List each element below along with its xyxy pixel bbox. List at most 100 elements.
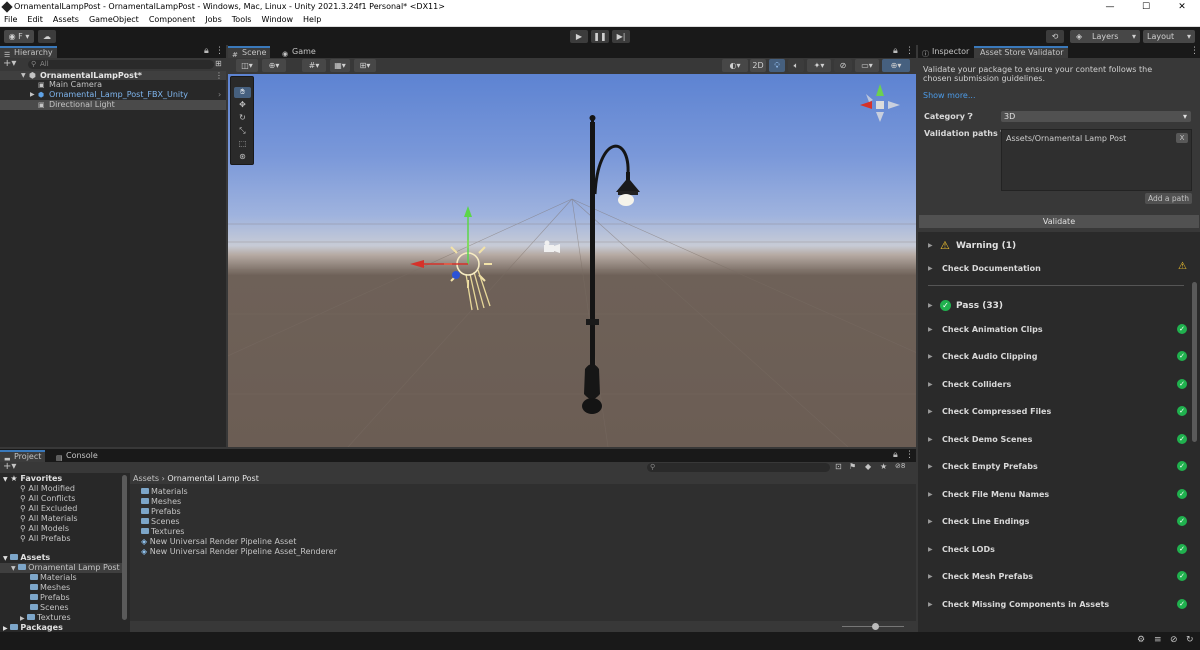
hidden-packages-toggle[interactable]: ⊘8 [895,462,905,470]
tree-scrollbar[interactable] [122,475,127,620]
create-asset-button[interactable]: +▾ [3,461,16,472]
hierarchy-item-lamp-post[interactable]: ▶ ⬢ Ornamental_Lamp_Post_FBX_Unity › [0,90,226,100]
list-item[interactable]: Meshes [141,497,181,507]
show-more-link[interactable]: Show more... [923,91,975,100]
search-by-label-icon[interactable]: ⚑ [849,462,856,471]
close-button[interactable]: ✕ [1164,0,1200,14]
hierarchy-item-main-camera[interactable]: ▣ Main Camera [0,80,226,90]
shading-mode-dropdown[interactable]: ◐▾ [722,59,748,72]
layout-dropdown[interactable]: Layout ▾ [1143,30,1195,43]
increment-snap-dropdown[interactable]: ⊞▾ [354,59,376,72]
menu-tools[interactable]: Tools [227,14,257,24]
lock-icon[interactable]: 🔒︎ [893,46,898,56]
filter-icon[interactable]: ⊞ [215,59,222,68]
favorite-item[interactable]: ⚲ All Modified [20,484,75,494]
breadcrumb-assets[interactable]: Assets [133,474,159,483]
lighting-toggle[interactable]: 💡︎ [769,59,785,72]
debug-icon[interactable]: ⚙ [1137,635,1145,645]
check-colliders-row[interactable]: ▶ Check Colliders ✓ [922,372,1190,399]
list-item[interactable]: ◈ New Universal Render Pipeline Asset [141,537,296,547]
hierarchy-item-scene[interactable]: ▼ ⬢ OrnamentalLampPost* ⋮ [0,71,226,80]
favorite-item[interactable]: ⚲ All Conflicts [20,494,75,504]
hierarchy-item-directional-light[interactable]: ▣ Directional Light [0,100,226,110]
step-button[interactable]: ▶| [612,30,630,43]
rect-tool-icon[interactable]: ⬚ [234,139,251,150]
favorite-item[interactable]: ⚲ All Prefabs [20,534,71,544]
more-options-icon[interactable]: ⋮ [905,450,914,460]
remove-path-button[interactable]: X [1176,133,1188,143]
chevron-right-icon[interactable]: › [218,90,221,100]
check-compressed-files-row[interactable]: ▶ Check Compressed Files ✓ [922,399,1190,426]
check-audio-clipping-row[interactable]: ▶ Check Audio Clipping ✓ [922,344,1190,371]
results-scrollbar[interactable] [1192,282,1197,442]
check-lods-row[interactable]: ▶ Check LODs ✓ [922,537,1190,564]
camera-gizmo[interactable] [544,240,560,254]
check-file-menu-names-row[interactable]: ▶ Check File Menu Names ✓ [922,482,1190,509]
project-search-input[interactable]: ⚲ [647,463,830,472]
list-item[interactable]: Materials [141,487,188,497]
menu-jobs[interactable]: Jobs [200,14,227,24]
minimize-button[interactable]: — [1092,0,1128,14]
lock-icon[interactable]: 🔒︎ [893,450,898,460]
camera-settings-dropdown[interactable]: ▭▾ [855,59,879,72]
tag-icon[interactable]: ◆ [865,462,871,471]
tab-asset-store-validator[interactable]: Asset Store Validator [974,46,1068,58]
tree-folder[interactable]: Prefabs [30,593,70,603]
hand-tool-icon[interactable]: ✋︎ [234,87,251,98]
favorite-item[interactable]: ⚲ All Materials [20,514,78,524]
pass-section-header[interactable]: ▶ ✓ Pass (33) [922,298,1190,314]
pause-button[interactable]: ❚❚ [591,30,609,43]
gizmo-mode-dropdown[interactable]: ⊕▾ [262,59,286,72]
check-demo-scenes-row[interactable]: ▶ Check Demo Scenes ✓ [922,427,1190,454]
play-button[interactable]: ▶ [570,30,588,43]
tab-console[interactable]: ▤ Console [52,450,102,462]
tab-inspector[interactable]: ⓘ Inspector [918,46,973,58]
grid-snap-dropdown[interactable]: #▾ [302,59,326,72]
add-object-button[interactable]: +▾ [3,58,16,69]
auto-generate-lighting-icon[interactable]: ⊘ [1170,635,1178,645]
check-line-endings-row[interactable]: ▶ Check Line Endings ✓ [922,509,1190,536]
more-options-icon[interactable]: ⋮ [215,46,224,56]
directional-light-gizmo[interactable] [410,206,492,311]
audio-toggle[interactable]: 🔈︎ [788,59,804,72]
favorite-item[interactable]: ⚲ All Excluded [20,504,77,514]
check-documentation-row[interactable]: ▶ Check Documentation ⚠ [922,256,1190,283]
list-item[interactable]: ◈ New Universal Render Pipeline Asset_Re… [141,547,337,557]
add-path-button[interactable]: Add a path [1145,193,1192,204]
check-missing-components-row[interactable]: ▶ Check Missing Components in Assets ✓ [922,592,1190,619]
zoom-slider-handle[interactable] [872,623,879,630]
layers-dropdown[interactable]: ◈ Layers ▾ [1070,30,1140,43]
effects-dropdown[interactable]: ✦▾ [807,59,831,72]
orientation-gizmo[interactable] [860,84,900,122]
grid-dropdown[interactable]: ▦▾ [330,59,350,72]
list-item[interactable]: Textures [141,527,184,537]
scene-viewport[interactable]: ✋︎ ✥ ↻ ⤡ ⬚ ⊛ [228,74,916,447]
check-animation-clips-row[interactable]: ▶ Check Animation Clips ✓ [922,317,1190,344]
cloud-button[interactable]: ☁ [38,30,56,43]
account-dropdown[interactable]: ◉ F ▾ [4,30,34,43]
scene-options-icon[interactable]: ⋮ [215,71,223,80]
tree-folder[interactable]: ▶ Textures [20,613,71,623]
tab-game[interactable]: ◉ Game [278,46,320,58]
favorites-header[interactable]: ▼ ★ Favorites [3,474,62,484]
category-dropdown[interactable]: 3D ▾ [1001,111,1191,122]
more-options-icon[interactable]: ⋮ [1190,46,1199,56]
menu-file[interactable]: File [0,14,22,24]
more-options-icon[interactable]: ⋮ [905,46,914,56]
scale-tool-icon[interactable]: ⤡ [234,126,251,137]
lock-icon[interactable]: 🔒︎ [204,46,209,56]
tree-folder[interactable]: Materials [30,573,77,583]
move-tool-icon[interactable]: ✥ [234,100,251,111]
menu-assets[interactable]: Assets [48,14,84,24]
history-button[interactable]: ⟲ [1046,30,1064,43]
assets-header[interactable]: ▼ Assets [3,553,50,563]
favorite-item[interactable]: ⚲ All Models [20,524,69,534]
rotate-tool-icon[interactable]: ↻ [234,113,251,124]
validate-button[interactable]: Validate [919,215,1199,228]
gizmos-dropdown[interactable]: ⊕▾ [882,59,910,72]
maximize-button[interactable]: ☐ [1128,0,1164,14]
menu-help[interactable]: Help [298,14,326,24]
progress-icon[interactable]: ↻ [1186,635,1194,645]
transform-tool-icon[interactable]: ⊛ [234,152,251,163]
tree-folder-ornamental-lamp-post[interactable]: ▼ Ornamental Lamp Post [0,563,122,573]
